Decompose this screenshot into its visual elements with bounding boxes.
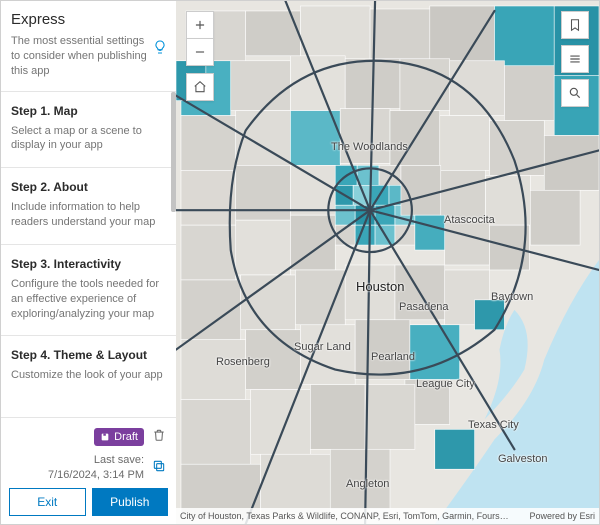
attribution-sources: City of Houston, Texas Parks & Wildlife,… bbox=[180, 511, 523, 521]
step-map[interactable]: Step 1. Map Select a map or a scene to d… bbox=[1, 92, 176, 169]
map-pane[interactable]: The Woodlands Atascocita Houston Pasaden… bbox=[176, 1, 599, 524]
last-save-value: 7/16/2024, 3:14 PM bbox=[48, 468, 144, 482]
last-save-label: Last save: bbox=[48, 453, 144, 467]
draft-label: Draft bbox=[114, 431, 138, 443]
bookmark-button[interactable] bbox=[561, 11, 589, 39]
attribution-powered-by: Powered by Esri bbox=[529, 511, 595, 521]
sidebar-footer: Draft Last save: 7/16/2024, 3:14 PM Exit… bbox=[1, 417, 176, 524]
sidebar-title: Express bbox=[11, 11, 166, 28]
home-button[interactable] bbox=[186, 73, 214, 101]
button-row: Exit Publish bbox=[9, 488, 168, 516]
step-desc: Configure the tools needed for an effect… bbox=[11, 277, 166, 322]
step-desc: Include information to help readers unde… bbox=[11, 200, 166, 230]
step-about[interactable]: Step 2. About Include information to hel… bbox=[1, 168, 176, 245]
step-theme-layout[interactable]: Step 4. Theme & Layout Customize the loo… bbox=[1, 336, 176, 397]
step-interactivity[interactable]: Step 3. Interactivity Configure the tool… bbox=[1, 245, 176, 337]
zoom-out-button[interactable] bbox=[186, 38, 214, 66]
lightbulb-icon[interactable] bbox=[152, 39, 168, 55]
copy-button[interactable] bbox=[150, 457, 168, 478]
draft-badge[interactable]: Draft bbox=[94, 428, 144, 446]
step-title: Step 1. Map bbox=[11, 104, 166, 118]
menu-button[interactable] bbox=[561, 45, 589, 73]
step-title: Step 3. Interactivity bbox=[11, 257, 166, 271]
map-canvas bbox=[176, 1, 599, 524]
sidebar-subtitle: The most essential settings to consider … bbox=[11, 34, 166, 79]
exit-button[interactable]: Exit bbox=[9, 488, 86, 516]
step-desc: Customize the look of your app bbox=[11, 368, 166, 383]
publish-button[interactable]: Publish bbox=[92, 488, 169, 516]
zoom-in-button[interactable] bbox=[186, 11, 214, 39]
steps-list[interactable]: Step 1. Map Select a map or a scene to d… bbox=[1, 91, 176, 418]
step-title: Step 2. About bbox=[11, 180, 166, 194]
step-desc: Select a map or a scene to display in yo… bbox=[11, 124, 166, 154]
map-attribution: City of Houston, Texas Parks & Wildlife,… bbox=[176, 508, 599, 524]
save-row: Draft Last save: 7/16/2024, 3:14 PM bbox=[9, 426, 168, 482]
last-save: Last save: 7/16/2024, 3:14 PM bbox=[48, 453, 144, 482]
step-title: Step 4. Theme & Layout bbox=[11, 348, 166, 362]
sidebar-header: Express The most essential settings to c… bbox=[1, 1, 176, 91]
config-sidebar: Express The most essential settings to c… bbox=[1, 1, 176, 524]
delete-button[interactable] bbox=[150, 426, 168, 447]
search-button[interactable] bbox=[561, 79, 589, 107]
app-root: Express The most essential settings to c… bbox=[0, 0, 600, 525]
